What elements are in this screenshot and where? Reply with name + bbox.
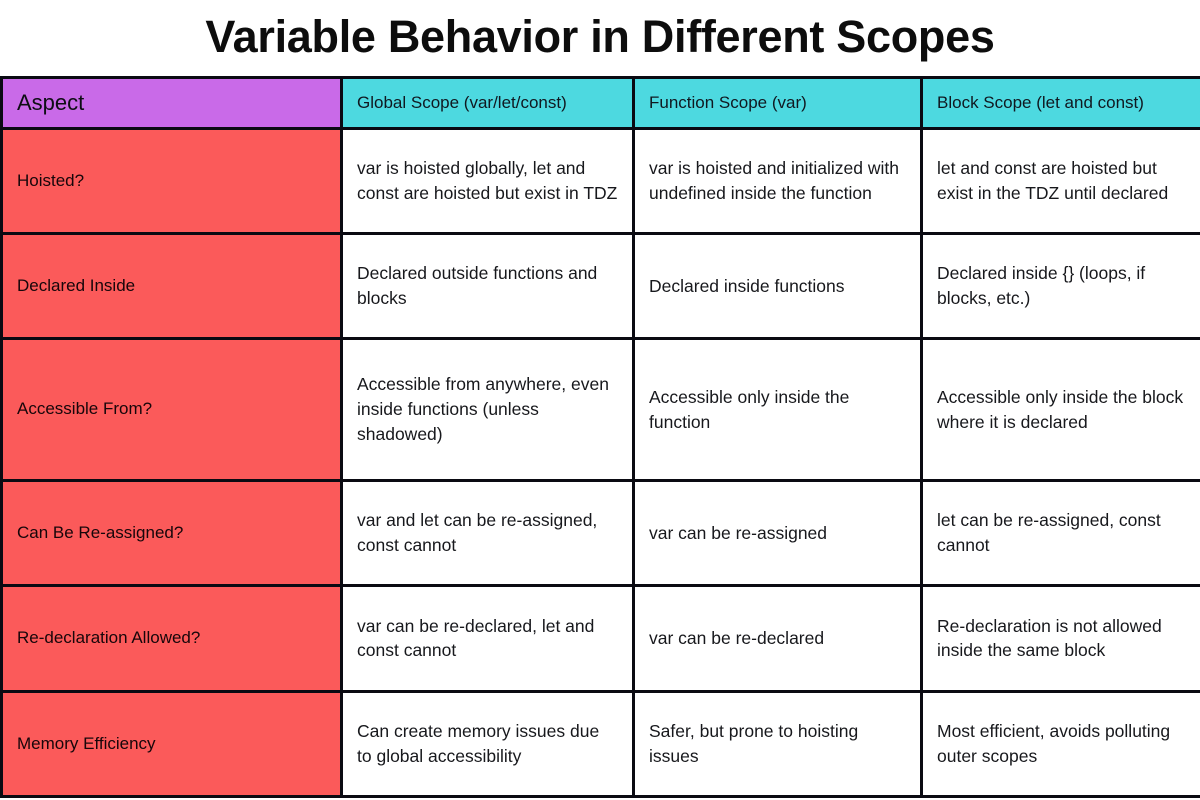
page-title: Variable Behavior in Different Scopes [205,10,995,62]
column-header-function: Function Scope (var) [632,76,923,130]
cell-block: let can be re-assigned, const cannot [920,478,1200,588]
column-header-global: Global Scope (var/let/const) [340,76,635,130]
cell-block: Most efficient, avoids polluting outer s… [920,689,1200,799]
table-row: Can Be Re-assigned? var and let can be r… [0,478,1200,588]
table-row: Re-declaration Allowed? var can be re-de… [0,584,1200,693]
cell-function: var is hoisted and initialized with unde… [632,126,923,235]
table-body: Hoisted? var is hoisted globally, let an… [0,126,1200,799]
table-row: Hoisted? var is hoisted globally, let an… [0,126,1200,235]
cell-function: Accessible only inside the function [632,337,923,482]
column-header-block: Block Scope (let and const) [920,76,1200,130]
table-container: Aspect Global Scope (var/let/const) Func… [0,76,1200,800]
table-header: Aspect Global Scope (var/let/const) Func… [0,76,1200,130]
cell-global: Accessible from anywhere, even inside fu… [340,337,635,482]
cell-aspect: Memory Efficiency [0,689,343,799]
cell-aspect: Declared Inside [0,231,343,341]
cell-function: var can be re-declared [632,584,923,693]
cell-block: Declared inside {} (loops, if blocks, et… [920,231,1200,341]
cell-block: Re-declaration is not allowed inside the… [920,584,1200,693]
cell-aspect: Can Be Re-assigned? [0,478,343,588]
table-row: Declared Inside Declared outside functio… [0,231,1200,341]
cell-block: Accessible only inside the block where i… [920,337,1200,482]
cell-global: Declared outside functions and blocks [340,231,635,341]
cell-block: let and const are hoisted but exist in t… [920,126,1200,235]
table-row: Memory Efficiency Can create memory issu… [0,689,1200,799]
cell-aspect: Accessible From? [0,337,343,482]
cell-global: var can be re-declared, let and const ca… [340,584,635,693]
column-header-aspect: Aspect [0,76,343,130]
cell-function: Safer, but prone to hoisting issues [632,689,923,799]
cell-global: Can create memory issues due to global a… [340,689,635,799]
scope-comparison-table: Aspect Global Scope (var/let/const) Func… [0,76,1200,799]
cell-aspect: Hoisted? [0,126,343,235]
cell-global: var and let can be re-assigned, const ca… [340,478,635,588]
cell-function: var can be re-assigned [632,478,923,588]
cell-aspect: Re-declaration Allowed? [0,584,343,693]
cell-function: Declared inside functions [632,231,923,341]
cell-global: var is hoisted globally, let and const a… [340,126,635,235]
table-row: Accessible From? Accessible from anywher… [0,337,1200,482]
table-header-row: Aspect Global Scope (var/let/const) Func… [0,76,1200,130]
page-root: Variable Behavior in Different Scopes As… [0,0,1200,800]
